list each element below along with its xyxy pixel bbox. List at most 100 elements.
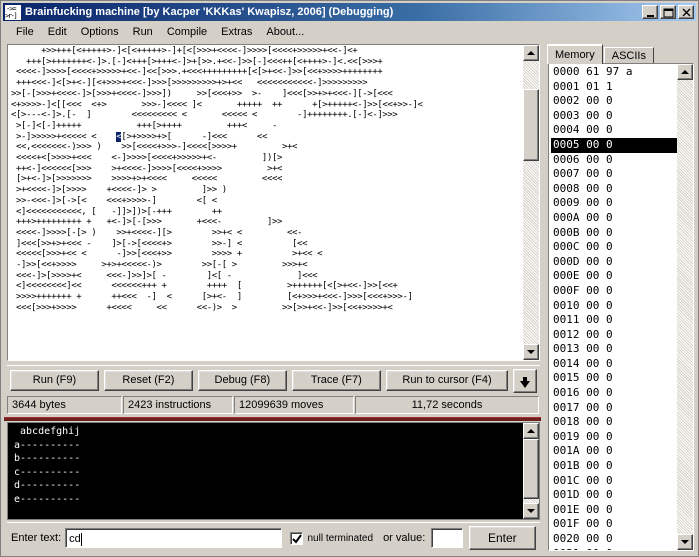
memory-row[interactable]: 0015 00 0 — [551, 371, 678, 386]
reset-button[interactable]: Reset (F2) — [104, 370, 193, 391]
enter-button[interactable]: Enter — [469, 526, 536, 550]
memory-row[interactable]: 0019 00 0 — [551, 430, 678, 445]
memory-row[interactable]: 001A 00 0 — [551, 444, 678, 459]
memory-row[interactable]: 001D 00 0 — [551, 488, 678, 503]
memory-row[interactable]: 0021 00 0 — [551, 547, 678, 550]
code-line: +++>+++++++++ + +<-]>[-[>>> +<<<- ]>> — [11, 217, 525, 228]
minimize-button[interactable] — [642, 5, 658, 19]
code-line: ]<<<[>>+>+<<< - ]>[->[<<<<+> >>-] < [<< — [11, 239, 525, 250]
memory-row[interactable]: 0008 00 0 — [551, 182, 678, 197]
console-line: c---------- — [14, 466, 539, 480]
scroll-up-button[interactable] — [523, 45, 539, 61]
code-line: <]<<<<<<<<]<< <<<<<<+++ + ++++ [ >++++++… — [11, 281, 525, 292]
menu-item-options[interactable]: Options — [74, 24, 126, 40]
memory-pane: Memory ASCIIs 0000 61 97 a0001 01 10002 … — [545, 42, 697, 555]
menu-item-extras[interactable]: Extras — [214, 24, 259, 40]
code-line: <+>>>>-]<[[<<< <+> >>>-]<<<< ]< +++++ ++… — [11, 100, 525, 111]
memory-row[interactable]: 0018 00 0 — [551, 415, 678, 430]
memory-row[interactable]: 0012 00 0 — [551, 328, 678, 343]
memory-row[interactable]: 000A 00 0 — [551, 211, 678, 226]
memory-row[interactable]: 0009 00 0 — [551, 196, 678, 211]
memory-row[interactable]: 001F 00 0 — [551, 517, 678, 532]
chevron-up-icon — [527, 51, 535, 55]
run-button[interactable]: Run (F9) — [10, 370, 99, 391]
code-line: <[>---<-]>.[- ] <<<<<<<<< < <<<<< < -]++… — [11, 110, 525, 121]
chevron-up-icon — [681, 70, 689, 74]
memory-row[interactable]: 0020 00 0 — [551, 532, 678, 547]
memory-row[interactable]: 001C 00 0 — [551, 474, 678, 489]
menu-item-file[interactable]: File — [9, 24, 41, 40]
memory-row[interactable]: 001E 00 0 — [551, 503, 678, 518]
memory-row[interactable]: 0003 00 0 — [551, 109, 678, 124]
tab-asciis[interactable]: ASCIIs — [604, 47, 654, 64]
scroll-down-button[interactable] — [523, 344, 539, 360]
tab-memory[interactable]: Memory — [547, 44, 603, 64]
scrollbar-thumb[interactable] — [523, 89, 539, 162]
scroll-to-cursor-button[interactable] — [513, 369, 537, 393]
enter-text-input[interactable]: cd — [65, 528, 282, 548]
memory-row[interactable]: 0004 00 0 — [551, 123, 678, 138]
output-console[interactable]: abcdefghija----------b----------c-------… — [7, 422, 540, 520]
memory-row[interactable]: 0013 00 0 — [551, 342, 678, 357]
debug-button[interactable]: Debug (F8) — [198, 370, 287, 391]
code-editor-scrollbar[interactable] — [523, 45, 539, 360]
console-scrollbar[interactable] — [523, 423, 539, 519]
memory-row[interactable]: 000F 00 0 — [551, 284, 678, 299]
console-scroll-up-button[interactable] — [523, 423, 539, 439]
run-to-cursor-button[interactable]: Run to cursor (F4) — [386, 370, 509, 391]
console-line: e---------- — [14, 493, 539, 507]
memory-list[interactable]: 0000 61 97 a0001 01 10002 00 00003 00 00… — [548, 63, 694, 551]
memory-row[interactable]: 0016 00 0 — [551, 386, 678, 401]
app-icon — [5, 5, 21, 20]
title-bar[interactable]: Brainfucking machine [by Kacper 'KKKas' … — [3, 3, 696, 21]
memory-tabs: Memory ASCIIs — [547, 44, 695, 64]
close-button[interactable] — [678, 5, 694, 19]
chevron-down-icon — [527, 350, 535, 354]
memory-scroll-up-button[interactable] — [677, 64, 693, 80]
memory-row[interactable]: 0011 00 0 — [551, 313, 678, 328]
memory-row[interactable]: 000D 00 0 — [551, 255, 678, 270]
menu-item-edit[interactable]: Edit — [41, 24, 74, 40]
status-seconds: 11,72 seconds — [355, 396, 539, 414]
memory-row[interactable]: 0001 01 1 — [551, 80, 678, 95]
text-caret — [81, 533, 82, 546]
code-editor-viewport[interactable]: +>>+++[<+++++>-]<[<+++++>-]+[<[>>>+<<<<-… — [8, 45, 525, 360]
memory-row[interactable]: 0010 00 0 — [551, 299, 678, 314]
code-line: +++<<<-]<[>+<-][<+>>>+<<<-]>>>[>>>>>>>>>… — [11, 78, 525, 89]
menu-item-run[interactable]: Run — [126, 24, 160, 40]
menu-item-compile[interactable]: Compile — [160, 24, 214, 40]
code-line: +>>+++[<+++++>-]<[<+++++>-]+[<[>>>+<<<<-… — [11, 46, 525, 57]
maximize-button[interactable] — [660, 5, 676, 19]
memory-row[interactable]: 001B 00 0 — [551, 459, 678, 474]
code-editor-text[interactable]: +>>+++[<+++++>-]<[<+++++>-]+[<[>>>+<<<<-… — [8, 45, 525, 314]
enter-text-value: cd — [69, 533, 81, 545]
memory-row[interactable]: 0014 00 0 — [551, 357, 678, 372]
trace-button[interactable]: Trace (F7) — [292, 370, 381, 391]
code-line: >>>>+++++++ + ++<<< -] < [>+<- ] [<+>>>+… — [11, 292, 525, 303]
memory-row[interactable]: 0007 00 0 — [551, 167, 678, 182]
memory-row[interactable]: 000E 00 0 — [551, 269, 678, 284]
checkmark-icon — [292, 534, 303, 545]
memory-row[interactable]: 000B 00 0 — [551, 226, 678, 241]
memory-row[interactable]: 0000 61 97 a — [551, 65, 678, 80]
memory-row[interactable]: 000C 00 0 — [551, 240, 678, 255]
memory-row[interactable]: 0002 00 0 — [551, 94, 678, 109]
console-scrollbar-thumb[interactable] — [523, 439, 539, 499]
memory-row[interactable]: 0006 00 0 — [551, 153, 678, 168]
null-terminated-checkbox[interactable] — [290, 532, 303, 545]
null-terminated-label: null terminated — [307, 533, 373, 544]
memory-list-rows[interactable]: 0000 61 97 a0001 01 10002 00 00003 00 00… — [549, 64, 678, 550]
memory-row[interactable]: 0017 00 0 — [551, 401, 678, 416]
status-bar: 3644 bytes 2423 instructions 12099639 mo… — [7, 396, 540, 414]
code-line: >[-]<[-]+++++ +++[>++++ +++< - — [11, 121, 525, 132]
window-controls — [642, 5, 694, 19]
memory-scrollbar[interactable] — [677, 64, 693, 550]
control-toolbar: Run (F9) Reset (F2) Debug (F8) Trace (F7… — [7, 365, 540, 395]
value-input[interactable] — [431, 528, 462, 548]
console-scroll-down-button[interactable] — [523, 503, 539, 519]
menu-item-about[interactable]: About... — [259, 24, 311, 40]
memory-row[interactable]: 0005 00 0 — [551, 138, 678, 153]
code-editor[interactable]: +>>+++[<+++++>-]<[<+++++>-]+[<[>>>+<<<<-… — [7, 44, 540, 361]
or-value-label: or value: — [383, 532, 425, 544]
memory-scroll-down-button[interactable] — [677, 534, 693, 550]
